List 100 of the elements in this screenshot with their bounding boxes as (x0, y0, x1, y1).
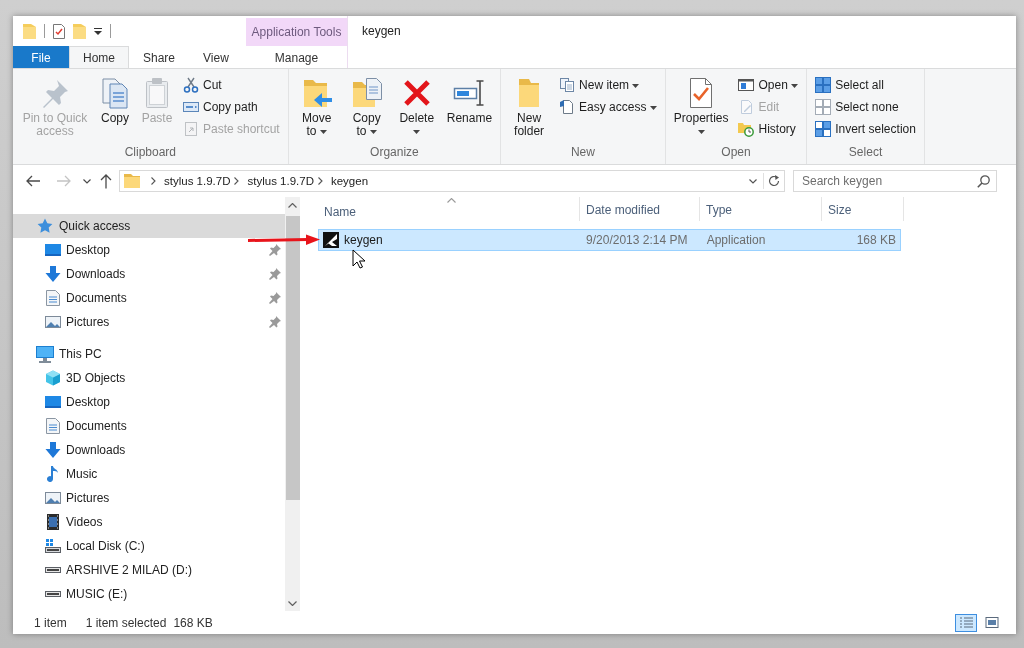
chevron-right-icon[interactable] (317, 177, 323, 185)
sidebar-item[interactable]: Documents (13, 414, 285, 438)
group-label: Open (720, 145, 752, 161)
breadcrumb[interactable]: stylus 1.9.7D (164, 175, 231, 187)
breadcrumb[interactable]: keygen (330, 175, 369, 187)
date-modified: 9/20/2013 2:14 PM (585, 233, 689, 247)
scroll-up-icon[interactable] (288, 203, 297, 208)
sidebar-item[interactable]: Pictures (13, 486, 285, 510)
arrow-annotation (248, 234, 320, 246)
properties-button[interactable]: Properties (669, 74, 733, 141)
document-icon (559, 99, 576, 115)
search-field[interactable]: Search keygen (793, 170, 997, 192)
film-icon (47, 514, 59, 530)
scissors-icon (183, 77, 199, 93)
select-none-button[interactable]: Select none (811, 96, 920, 118)
chevron-right-icon[interactable] (234, 177, 240, 185)
refresh-icon[interactable] (768, 175, 780, 187)
address-field[interactable]: stylus 1.9.7D stylus 1.9.7D keygen (119, 170, 785, 192)
open-button[interactable]: Open (734, 74, 803, 96)
sidebar-item[interactable]: Videos (13, 510, 285, 534)
picture-icon (45, 316, 61, 328)
column-header[interactable]: Type (700, 197, 822, 221)
system-drive-icon (45, 539, 61, 553)
group-label: Clipboard (123, 145, 178, 161)
drive-icon (45, 567, 61, 573)
cube-icon (45, 370, 61, 386)
invert-selection-icon (815, 121, 832, 137)
sidebar-item[interactable]: Downloads (13, 438, 285, 462)
chevron-right-icon[interactable] (151, 177, 156, 185)
new-item-button[interactable]: New item (555, 74, 661, 96)
monitor-icon (36, 345, 54, 363)
sidebar-item[interactable]: This PC (13, 342, 285, 366)
window-icon (738, 77, 755, 93)
download-arrow-icon (45, 442, 61, 458)
file-size: 168 KB (855, 233, 897, 247)
sidebar-item[interactable]: Quick access (13, 214, 285, 238)
document-check-icon[interactable] (53, 23, 65, 39)
sidebar-item[interactable]: MUSIC (E:) (13, 582, 285, 606)
copy-path-button[interactable]: Copy path (179, 96, 284, 118)
search-icon[interactable] (977, 175, 990, 188)
delete-button[interactable]: Delete (392, 74, 441, 141)
chevron-down-icon[interactable] (749, 178, 757, 184)
select-all-icon (815, 77, 832, 93)
copy-icon (99, 77, 131, 109)
sidebar-item[interactable]: Pictures (13, 310, 285, 334)
ribbon-tab[interactable]: Manage (246, 46, 347, 68)
column-header[interactable]: Date modified (580, 197, 700, 221)
shortcut-icon (183, 121, 199, 137)
breadcrumb[interactable]: stylus 1.9.7D (247, 175, 314, 187)
sidebar-item[interactable]: Documents (13, 286, 285, 310)
group-label: New (569, 145, 596, 161)
copy-button[interactable]: Copy (95, 74, 135, 128)
chevron-down-icon[interactable] (83, 178, 91, 184)
move-to-button[interactable]: Move to (292, 74, 341, 141)
selection-size: 168 KB (173, 615, 213, 630)
back-arrow-icon[interactable] (25, 173, 41, 189)
invert-selection-button[interactable]: Invert selection (811, 118, 920, 140)
up-arrow-icon[interactable] (99, 173, 113, 189)
sidebar-item[interactable]: 3D Objects (13, 366, 285, 390)
document-icon (46, 290, 60, 306)
ribbon-tab[interactable]: Home (69, 46, 129, 68)
item-count: 1 item (34, 615, 67, 630)
cut-button[interactable]: Cut (179, 74, 284, 96)
sidebar-item[interactable]: Downloads (13, 262, 285, 286)
mouse-cursor-icon (352, 249, 366, 269)
column-header[interactable]: Size (822, 197, 904, 221)
contextual-tab-header: Application Tools (246, 18, 347, 46)
scrollbar-thumb[interactable] (285, 216, 300, 500)
documents-icon (559, 77, 576, 93)
new-folder-button[interactable]: New folder (505, 74, 554, 141)
music-note-icon (47, 466, 59, 482)
column-header[interactable]: Name (318, 197, 580, 221)
group-label: Organize (369, 145, 420, 161)
application-icon (323, 232, 339, 248)
copy-to-button[interactable]: Copy to (342, 74, 391, 141)
customize-caret-icon[interactable] (94, 27, 102, 35)
folder-documents-icon (350, 77, 383, 109)
scroll-down-icon[interactable] (288, 601, 297, 606)
file-name: keygen (344, 233, 383, 247)
rename-button[interactable]: Rename (442, 74, 497, 128)
sidebar-item[interactable]: Desktop (13, 238, 285, 262)
desktop-icon (45, 244, 61, 256)
sidebar-item[interactable]: Local Disk (C:) (13, 534, 285, 558)
picture-icon (45, 492, 61, 504)
ribbon-tab[interactable]: View (189, 46, 243, 68)
document-icon (46, 418, 60, 434)
group-label: Select (847, 145, 884, 161)
details-view-icon[interactable] (955, 613, 977, 632)
select-all-button[interactable]: Select all (811, 74, 920, 96)
sidebar-item[interactable]: Desktop (13, 390, 285, 414)
star-icon (37, 218, 53, 234)
select-none-icon (815, 99, 832, 115)
file-row[interactable]: keygen 9/20/2013 2:14 PM Application 168 KB (318, 229, 901, 251)
easy-access-button[interactable]: Easy access (555, 96, 661, 118)
sidebar-item[interactable]: Music (13, 462, 285, 486)
file-tab[interactable]: File (13, 46, 69, 68)
download-arrow-icon (45, 266, 61, 282)
history-button[interactable]: History (734, 118, 803, 140)
sidebar-item[interactable]: ARSHIVE 2 MILAD (D:) (13, 558, 285, 582)
ribbon-tab[interactable]: Share (129, 46, 190, 68)
